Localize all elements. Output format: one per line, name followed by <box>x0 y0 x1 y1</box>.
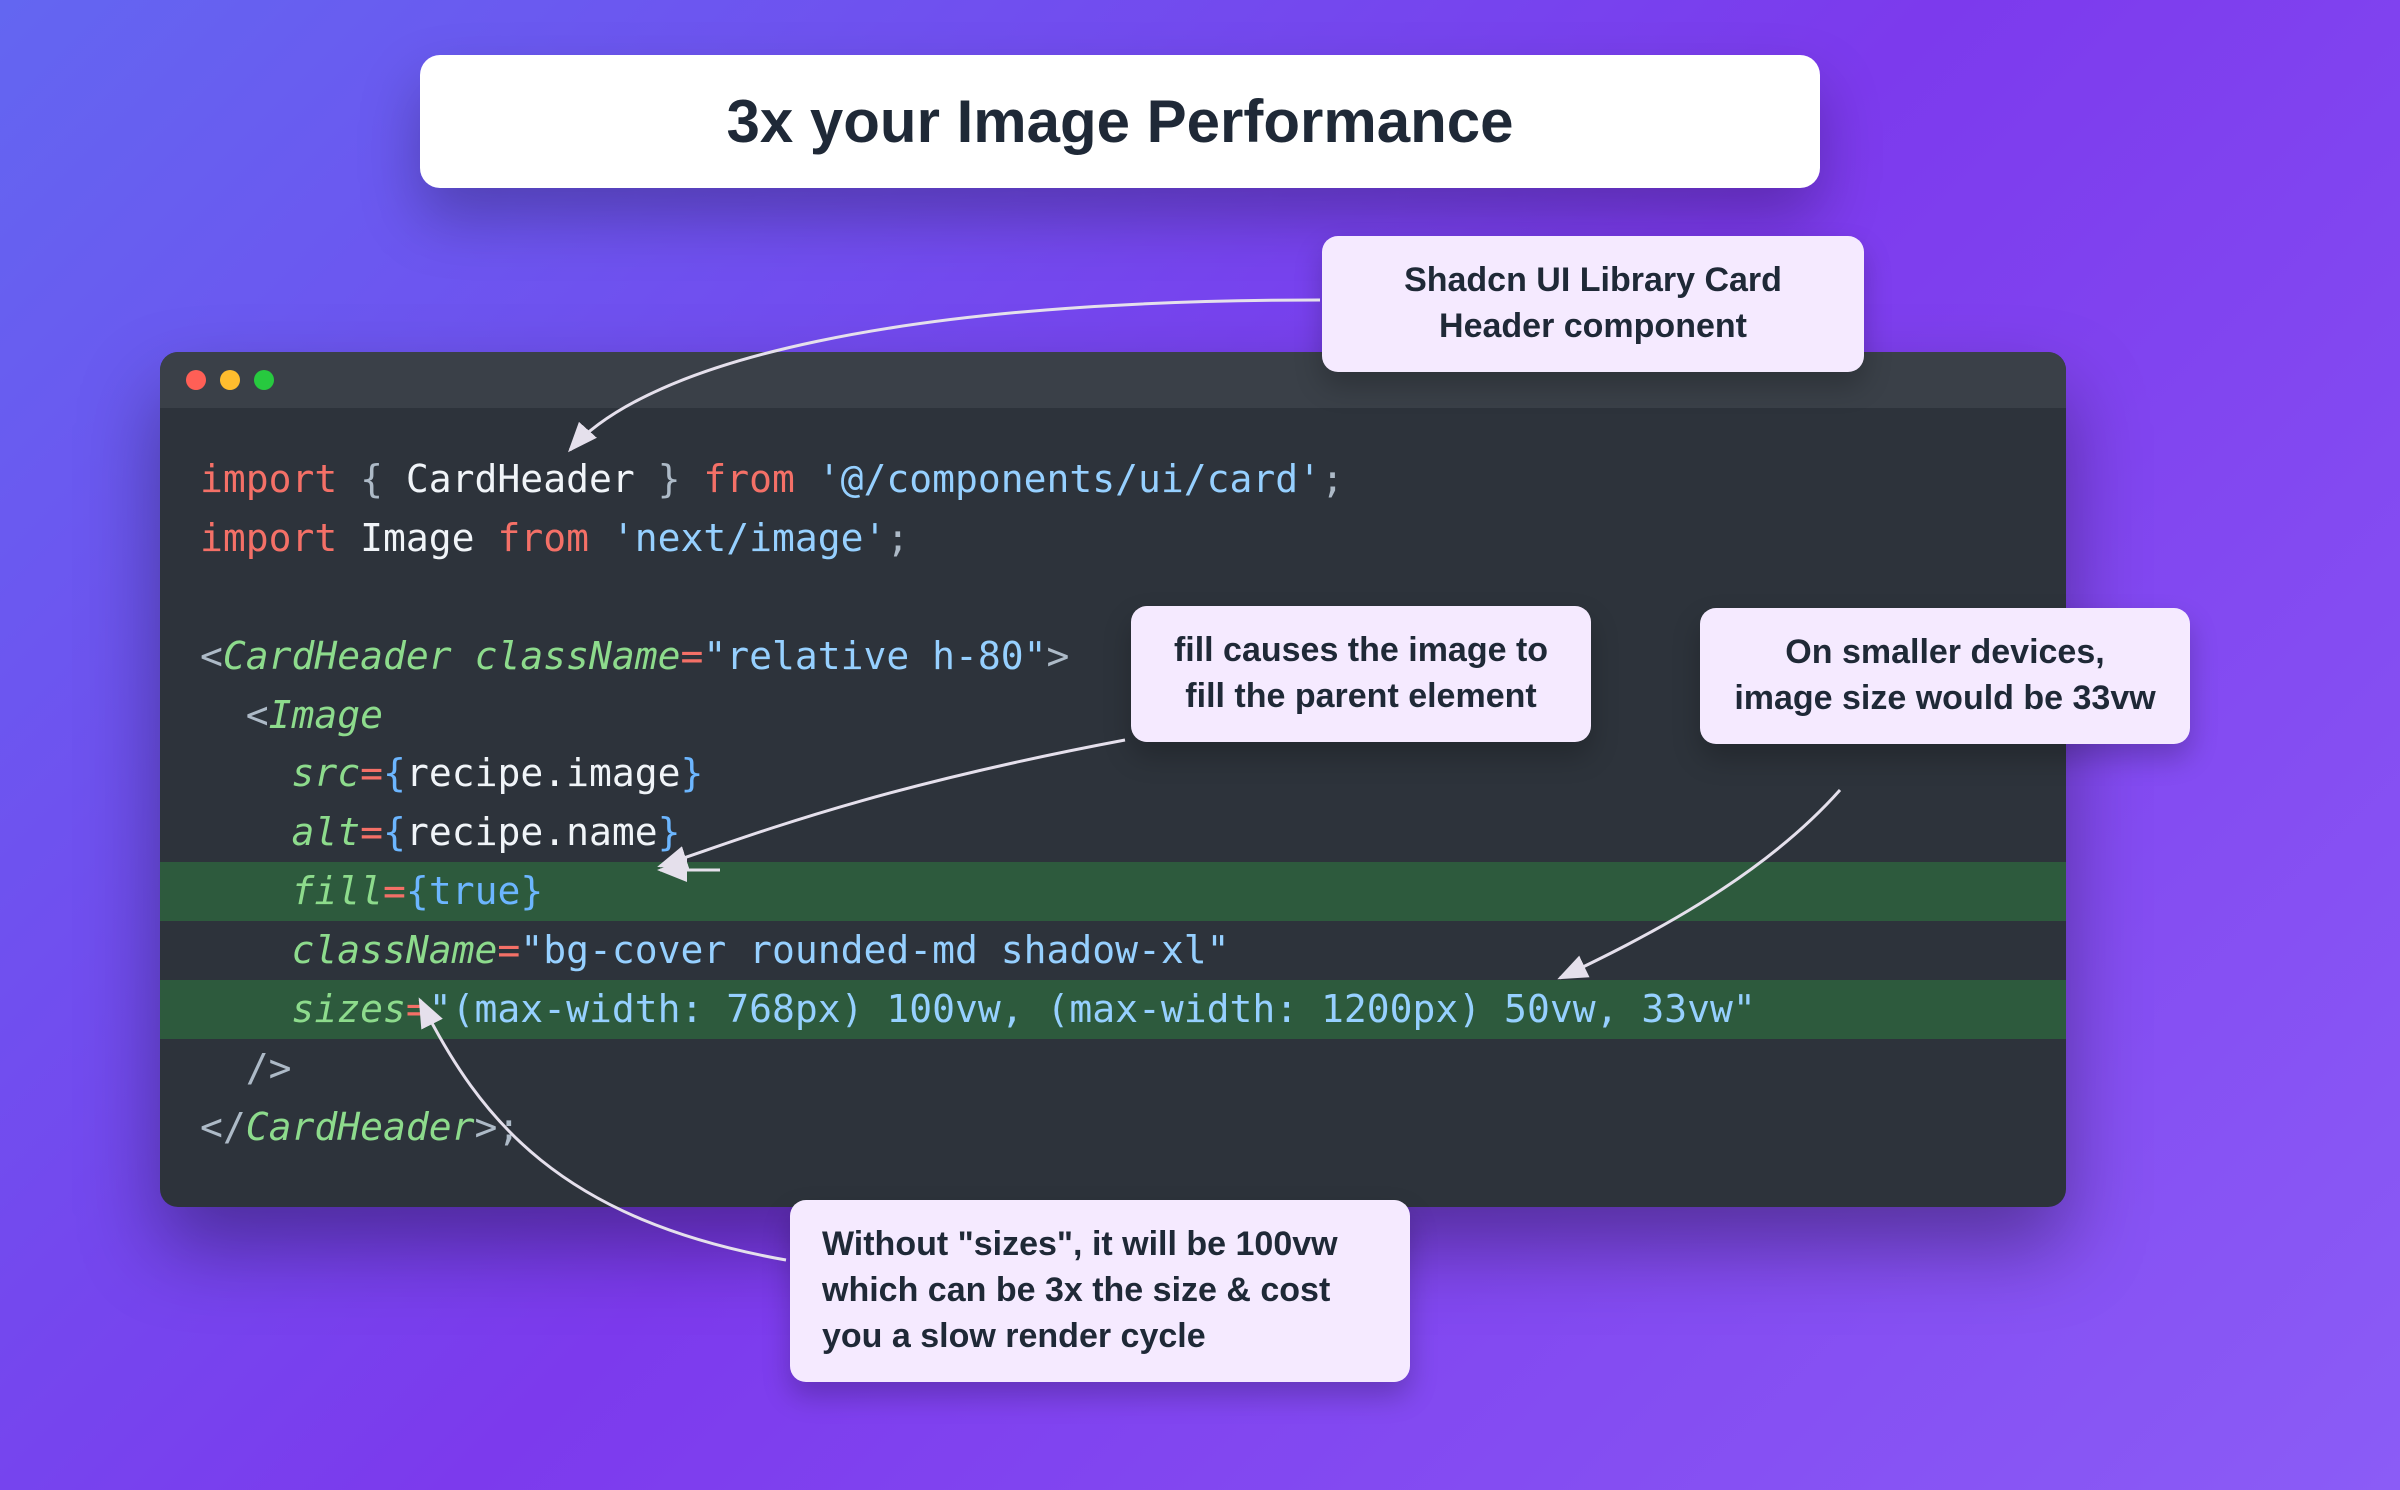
code-line-9: className="bg-cover rounded-md shadow-xl… <box>160 921 2066 980</box>
callout-shadcn-text: Shadcn UI Library Card Header component <box>1404 261 1782 345</box>
code-body: import { CardHeader } from '@/components… <box>160 408 2066 1207</box>
callout-fill-text: fill causes the image to fill the parent… <box>1174 631 1548 715</box>
minimize-icon[interactable] <box>220 370 240 390</box>
callout-sizes: Without "sizes", it will be 100vw which … <box>790 1200 1410 1382</box>
callout-vw: On smaller devices, image size would be … <box>1700 608 2190 744</box>
code-line-12: </CardHeader>; <box>160 1098 2066 1157</box>
code-line-7: alt={recipe.name} <box>160 803 2066 862</box>
callout-vw-text: On smaller devices, image size would be … <box>1734 633 2155 717</box>
callout-sizes-text: Without "sizes", it will be 100vw which … <box>822 1225 1338 1355</box>
callout-shadcn: Shadcn UI Library Card Header component <box>1322 236 1864 372</box>
maximize-icon[interactable] <box>254 370 274 390</box>
page-title: 3x your Image Performance <box>480 87 1760 156</box>
close-icon[interactable] <box>186 370 206 390</box>
code-line-2: import Image from 'next/image'; <box>160 509 2066 568</box>
code-line-8-highlighted: fill={true} <box>160 862 2066 921</box>
code-line-6: src={recipe.image} <box>160 744 2066 803</box>
code-line-11: /> <box>160 1039 2066 1098</box>
code-window: import { CardHeader } from '@/components… <box>160 352 2066 1207</box>
title-card: 3x your Image Performance <box>420 55 1820 188</box>
callout-fill: fill causes the image to fill the parent… <box>1131 606 1591 742</box>
code-line-10-highlighted: sizes="(max-width: 768px) 100vw, (max-wi… <box>160 980 2066 1039</box>
code-line-1: import { CardHeader } from '@/components… <box>160 450 2066 509</box>
